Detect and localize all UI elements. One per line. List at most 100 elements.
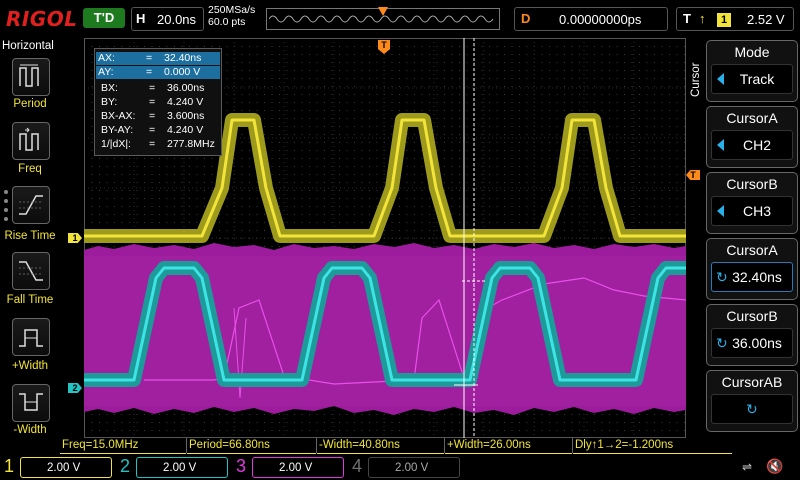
cursor-row-ay: AY: = 0.000 V [96,66,220,79]
measurement-pos-width[interactable]: +Width=26.00ns [444,438,572,454]
neg-width-label: -Width [13,424,47,436]
usb-icon: ⇌ [742,460,753,474]
cursor-value: 32.40ns [164,52,202,64]
delay-label: D [521,11,531,26]
timebase-label: H [136,11,146,26]
ch4-number: 4 [352,456,363,476]
delay-display[interactable]: D 0.00000000ps [514,7,668,31]
mode-button[interactable]: Mode Track [706,40,798,102]
rise-time-label: Rise Time [4,230,56,242]
mode-value: Track [739,71,775,87]
period-button[interactable] [12,58,50,96]
measurement-period[interactable]: Period=66.80ns [186,438,316,454]
cursor-a-position-button[interactable]: CursorA ↻ 32.40ns [706,238,798,300]
freq-icon [19,127,39,151]
cursor-a-source-value: CH2 [742,137,771,153]
cursor-b-source-button[interactable]: CursorB CH3 [706,172,798,234]
cursor-eq: = [149,124,156,136]
trigger-level-marker[interactable]: T [686,170,700,180]
menu-title: Cursor [690,62,702,98]
measure-sidebar: Horizontal Period Freq Rise Time Fall Ti… [0,38,60,438]
ch2-scale-box: 2.00 V [136,457,228,478]
timebase-display[interactable]: H 20.0ns [131,7,204,31]
memory-depth: 60.0 pts [208,16,246,28]
cursor-eq: = [149,138,156,150]
period-label: Period [13,98,47,110]
ch1-scale-box: 2.00 V [20,457,112,478]
pos-width-icon [19,329,43,347]
cursor-b-position-button[interactable]: CursorB ↻ 36.00ns [706,304,798,366]
ch3-scale-box: 2.00 V [252,457,344,478]
measurement-text: Period=66.80ns [189,439,270,451]
cursor-eq: = [149,96,156,108]
cursor-a-source-button[interactable]: CursorA CH2 [706,106,798,168]
measurement-text: Dly↑1→2=-1.200ns [575,439,674,451]
measurement-delay[interactable]: Dly↑1→2=-1.200ns [572,438,732,454]
measurement-freq[interactable]: Freq=15.0MHz [60,438,186,454]
cursor-key: AX: [98,52,115,64]
fall-time-button[interactable] [12,252,50,290]
ch1-offset-marker[interactable]: 1 [68,233,82,243]
ch4-status[interactable]: 4 2.00 V [348,455,464,480]
cursor-value: 4.240 V [167,124,204,136]
ch2-offset-marker[interactable]: 2 [68,383,82,393]
ch4-scale: 2.00 V [395,462,429,474]
cursor-value: 36.00ns [167,82,205,94]
neg-width-icon [19,393,43,411]
timebase-value: 20.0ns [157,12,197,27]
ch3-number: 3 [236,456,247,476]
measurement-neg-width[interactable]: -Width=40.80ns [316,438,444,454]
trigger-display[interactable]: T ↑ 1 2.52 V [676,7,794,31]
freq-label: Freq [18,163,42,175]
ch1-number: 1 [4,456,15,476]
cursor-b-position-box: ↻ 36.00ns [711,328,793,358]
ch1-status[interactable]: 1 2.00 V [0,455,116,480]
cursor-key: BX-AX: [101,110,136,122]
sidebar-title: Horizontal [2,40,54,52]
neg-width-button[interactable] [12,384,50,422]
ch2-status[interactable]: 2 2.00 V [116,455,232,480]
cursor-a-source-title: CursorA [726,110,778,126]
speaker-muted-icon[interactable]: 🔇 [766,458,783,475]
cursor-a-position-box: ↻ 32.40ns [711,262,793,292]
fall-time-icon [19,261,43,281]
cursor-value: 0.000 V [164,66,201,78]
pos-width-button[interactable] [12,318,50,356]
cursor-ab-button[interactable]: CursorAB ↻ [706,370,798,432]
cursor-eq: = [146,66,153,78]
measurement-bar: Freq=15.0MHz Period=66.80ns -Width=40.80… [60,438,800,454]
cursor-row-inv-dx: 1/|dX|: = 277.8MHz [99,138,219,151]
mode-value-box: Track [711,64,793,94]
brand-logo: RIGOL [6,7,78,31]
cursor-key: AY: [98,66,114,78]
delay-value: 0.00000000ps [559,12,642,27]
cursor-eq: = [149,110,156,122]
trigger-status-badge: T'D [83,8,125,28]
cursor-ab-box: ↻ [711,394,793,424]
fall-time-label: Fall Time [6,294,54,306]
ch3-scale: 2.00 V [279,462,313,474]
ch3-status[interactable]: 3 2.00 V [232,455,348,480]
cursor-row-bx: BX: = 36.00ns [99,82,219,95]
sample-rate: 250MSa/s [208,4,256,16]
cursor-key: BY: [101,96,118,108]
measurement-text: Freq=15.0MHz [62,439,139,451]
ch1-scale: 2.00 V [47,462,81,474]
rise-time-button[interactable] [12,186,50,224]
cursor-row-by-ay: BY-AY: = 4.240 V [99,124,219,137]
cursor-b-source-title: CursorB [726,176,778,192]
ch2-scale: 2.00 V [163,462,197,474]
cursor-b-position-value: 36.00ns [732,335,782,351]
measurement-text: -Width=40.80ns [319,439,400,451]
measurement-text: +Width=26.00ns [447,439,531,451]
cursor-b-position-title: CursorB [726,308,778,324]
cursor-readout-panel: AX: = 32.40ns AY: = 0.000 V BX: = 36.00ns BY: =… [94,48,222,156]
mode-title: Mode [734,44,770,60]
freq-button[interactable] [12,122,50,160]
cursor-value: 277.8MHz [167,138,215,150]
cursor-a-position-value: 32.40ns [732,269,782,285]
trigger-source-badge: 1 [717,13,731,27]
trigger-label: T [683,11,691,26]
cursor-key: BX: [101,82,118,94]
cursor-a-position-title: CursorA [726,242,778,258]
